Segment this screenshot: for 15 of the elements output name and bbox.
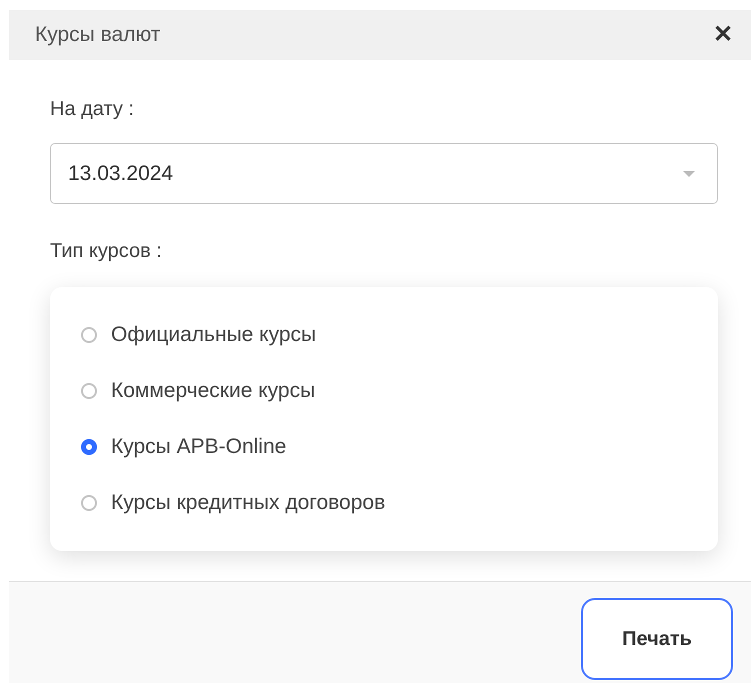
option-label[interactable]: Курсы APB-Online	[111, 435, 286, 459]
dialog-title: Курсы валют	[35, 23, 160, 47]
option-label[interactable]: Курсы кредитных договоров	[111, 491, 386, 515]
radio-button[interactable]	[81, 327, 97, 343]
radio-button[interactable]	[81, 439, 97, 455]
radio-button[interactable]	[81, 495, 97, 511]
option-label[interactable]: Коммерческие курсы	[111, 379, 316, 403]
option-label[interactable]: Официальные курсы	[111, 323, 316, 347]
print-button[interactable]: Печать	[581, 598, 733, 680]
field-label: Тип курсов :	[50, 240, 163, 263]
close-icon[interactable]: ✕	[713, 23, 733, 47]
field-label: На дату :	[50, 98, 135, 121]
date-dropdown[interactable]: 13.03.2024	[50, 143, 718, 204]
caret-icon	[683, 170, 695, 176]
radio-button[interactable]	[81, 383, 97, 399]
